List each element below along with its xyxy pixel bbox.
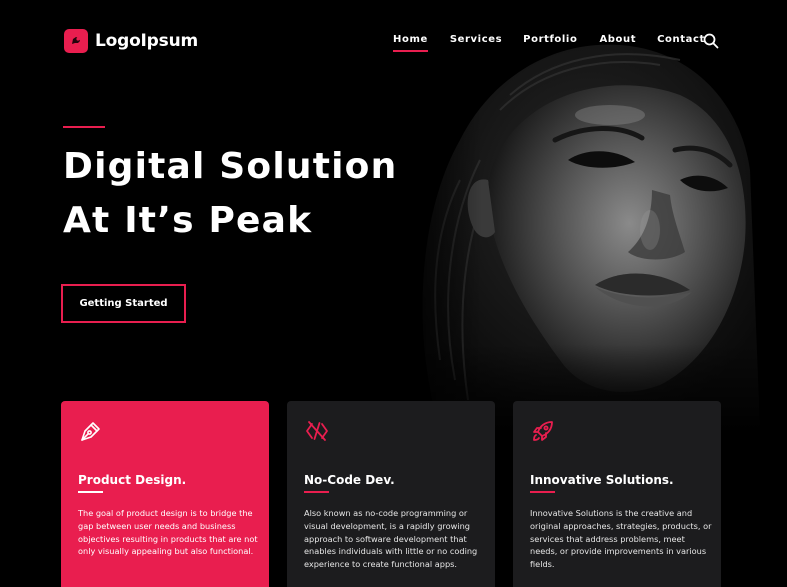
card-title: Product Design. (78, 473, 187, 487)
card-body: The goal of product design is to bridge … (78, 508, 258, 557)
card-body: Innovative Solutions is the creative and… (530, 508, 712, 570)
hero-title: Digital Solution At It’s Peak (63, 140, 398, 248)
card-title-underline (304, 491, 329, 493)
brand-name: LogoIpsum (95, 31, 198, 51)
pen-nib-icon (79, 419, 103, 443)
card-title-underline (530, 491, 555, 493)
logo-mark-icon (64, 29, 88, 53)
nav-item-portfolio[interactable]: Portfolio (523, 34, 577, 45)
card-no-code-dev[interactable]: No-Code Dev. Also known as no-code progr… (287, 401, 495, 587)
nav-item-contact[interactable]: Contact (657, 34, 705, 45)
nav-item-services[interactable]: Services (450, 34, 502, 45)
search-icon[interactable] (703, 33, 719, 49)
card-title-underline (78, 491, 103, 493)
hero-portrait-image (380, 0, 787, 430)
card-product-design[interactable]: Product Design. The goal of product desi… (61, 401, 269, 587)
brand-logo[interactable]: LogoIpsum (64, 29, 198, 53)
card-innovative-solutions[interactable]: Innovative Solutions. Innovative Solutio… (513, 401, 721, 587)
main-nav: Home Services Portfolio About Contact (393, 34, 705, 52)
hero-accent-line (63, 126, 105, 128)
card-body: Also known as no-code programming or vis… (304, 508, 478, 570)
nav-item-home[interactable]: Home (393, 34, 428, 52)
code-slash-icon (305, 419, 329, 443)
rocket-icon (531, 419, 555, 443)
hero-title-line-1: Digital Solution (63, 146, 398, 187)
card-title: No-Code Dev. (304, 473, 395, 487)
hero-title-line-2: At It’s Peak (63, 200, 313, 241)
getting-started-button[interactable]: Getting Started (61, 284, 186, 323)
card-title: Innovative Solutions. (530, 473, 674, 487)
nav-item-about[interactable]: About (599, 34, 636, 45)
